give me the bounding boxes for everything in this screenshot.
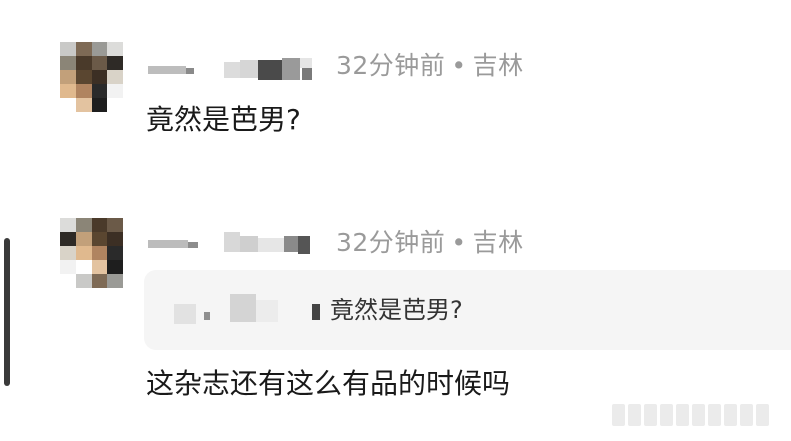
comment-item: 32分钟前 • 吉林 竟然是芭男? 这杂志还有这么有品的时候吗: [0, 218, 791, 418]
avatar-tile: [60, 98, 76, 112]
location: 吉林: [472, 228, 524, 257]
avatar-tile: [75, 274, 92, 288]
avatar-tile: [91, 70, 108, 84]
avatar-tile: [107, 246, 123, 260]
avatar-tile: [107, 260, 123, 274]
avatar-tile: [75, 56, 92, 70]
meta-separator: •: [451, 228, 467, 257]
avatar-tile: [91, 232, 108, 246]
avatar[interactable]: [60, 218, 123, 288]
avatar[interactable]: [60, 42, 123, 112]
scrollbar[interactable]: [4, 238, 10, 386]
avatar-tile: [107, 232, 123, 246]
username-mosaic[interactable]: [148, 58, 318, 80]
username-mosaic[interactable]: [148, 232, 318, 254]
avatar-tile: [60, 218, 76, 232]
avatar-tile: [91, 42, 108, 56]
avatar-tile: [75, 232, 92, 246]
quoted-comment[interactable]: 竟然是芭男?: [144, 270, 791, 350]
avatar-tile: [60, 260, 76, 274]
quoted-username-mosaic: [174, 294, 324, 324]
avatar-tile: [91, 56, 108, 70]
avatar-tile: [91, 218, 108, 232]
meta-separator: •: [451, 51, 467, 80]
watermark-mosaic: [612, 404, 769, 426]
comment-text: 竟然是芭男?: [146, 103, 301, 136]
avatar-tile: [91, 274, 108, 288]
avatar-tile: [60, 274, 76, 288]
avatar-tile: [75, 42, 92, 56]
time-ago: 32分钟前: [336, 228, 446, 257]
quoted-text: 竟然是芭男?: [330, 296, 463, 324]
avatar-tile: [107, 42, 123, 56]
avatar-tile: [107, 274, 123, 288]
avatar-tile: [60, 42, 76, 56]
avatar-tile: [107, 84, 123, 98]
avatar-tile: [107, 56, 123, 70]
comment-item: 32分钟前 • 吉林 竟然是芭男?: [0, 42, 791, 162]
avatar-tile: [107, 98, 123, 112]
avatar-tile: [107, 218, 123, 232]
avatar-tile: [91, 246, 108, 260]
avatar-tile: [60, 70, 76, 84]
avatar-tile: [91, 84, 108, 98]
time-ago: 32分钟前: [336, 51, 446, 80]
avatar-tile: [60, 56, 76, 70]
avatar-tile: [91, 260, 108, 274]
comment-meta: 32分钟前 • 吉林: [336, 230, 524, 255]
avatar-tile: [60, 246, 76, 260]
comment-text: 这杂志还有这么有品的时候吗: [146, 367, 511, 400]
comment-thread: 32分钟前 • 吉林 竟然是芭男? 32分钟前 • 吉林 竟然是芭男? 这杂志还…: [0, 0, 791, 441]
avatar-tile: [107, 70, 123, 84]
avatar-tile: [75, 218, 92, 232]
avatar-tile: [75, 70, 92, 84]
comment-meta: 32分钟前 • 吉林: [336, 53, 524, 78]
avatar-tile: [75, 84, 92, 98]
location: 吉林: [472, 51, 524, 80]
avatar-tile: [75, 98, 92, 112]
avatar-tile: [60, 232, 76, 246]
avatar-tile: [60, 84, 76, 98]
avatar-tile: [75, 246, 92, 260]
avatar-tile: [75, 260, 92, 274]
avatar-tile: [91, 98, 108, 112]
